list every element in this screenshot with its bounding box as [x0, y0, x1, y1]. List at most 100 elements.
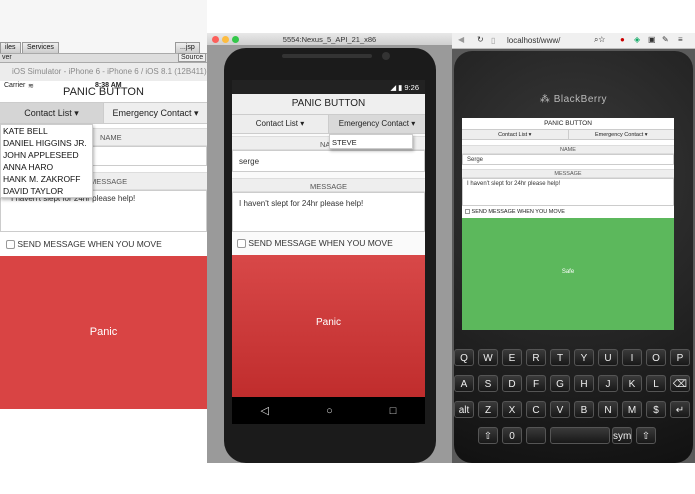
key-o[interactable]: O	[646, 349, 666, 366]
emulator-titlebar: 5554:Nexus_5_API_21_x86	[207, 33, 452, 46]
eyedropper-icon[interactable]: ✎	[662, 35, 669, 44]
key-a[interactable]: A	[454, 375, 474, 392]
minimize-window-icon[interactable]	[222, 36, 229, 43]
ide-source-tab[interactable]: Source	[178, 53, 207, 62]
speaker-grille-icon	[282, 54, 372, 58]
safe-button[interactable]: Safe	[462, 218, 674, 330]
panic-button[interactable]: Panic	[232, 255, 425, 397]
key-special[interactable]: ⇧	[478, 427, 498, 444]
blackberry-logo: ⁂ BlackBerry	[452, 94, 695, 105]
key-l[interactable]: L	[646, 375, 666, 392]
simulator-title: iOS Simulator - iPhone 6 - iPhone 6 / iO…	[0, 63, 207, 81]
key-u[interactable]: U	[598, 349, 618, 366]
key-special[interactable]: $	[646, 401, 666, 418]
key-r[interactable]: R	[526, 349, 546, 366]
key-t[interactable]: T	[550, 349, 570, 366]
message-input[interactable]: I haven't slept for 24hr please help!	[232, 192, 425, 232]
ide-tab-services[interactable]: Services	[22, 42, 59, 53]
key-s[interactable]: S	[478, 375, 498, 392]
dropdown-item[interactable]: ANNA HARO	[1, 161, 92, 173]
reload-icon[interactable]: ↻	[477, 35, 484, 44]
panic-label: Panic	[89, 326, 118, 338]
key-special[interactable]: 0	[502, 427, 522, 444]
move-checkbox[interactable]	[465, 209, 470, 215]
tab-emergency-contact[interactable]: Emergency Contact ▾	[569, 130, 675, 139]
key-q[interactable]: Q	[454, 349, 474, 366]
message-label: MESSAGE	[232, 178, 425, 192]
dropdown-item[interactable]: STEVE	[332, 138, 357, 147]
key-special[interactable]	[526, 427, 546, 444]
extension2-icon[interactable]: ▣	[648, 35, 656, 44]
key-v[interactable]: V	[550, 401, 570, 418]
tab-contact-list[interactable]: Contact List ▾	[232, 115, 328, 133]
tab-emergency-contact[interactable]: Emergency Contact ▾	[328, 115, 425, 133]
key-y[interactable]: Y	[574, 349, 594, 366]
key-b[interactable]: B	[574, 401, 594, 418]
move-checkbox-label: SEND MESSAGE WHEN YOU MOVE	[17, 239, 162, 249]
key-p[interactable]: P	[670, 349, 690, 366]
key-h[interactable]: H	[574, 375, 594, 392]
key-d[interactable]: D	[502, 375, 522, 392]
emergency-dropdown: STEVE	[329, 134, 413, 149]
blackberry-logo-icon: ⁂	[539, 94, 554, 105]
zoom-window-icon[interactable]	[232, 36, 239, 43]
key-i[interactable]: I	[622, 349, 642, 366]
dropdown-item[interactable]: DANIEL HIGGINS JR.	[1, 137, 92, 149]
move-checkbox[interactable]	[237, 239, 246, 249]
key-special[interactable]: alt	[454, 401, 474, 418]
android-tab-bar: Contact List ▾ Emergency Contact ▾	[232, 114, 425, 134]
key-j[interactable]: J	[598, 375, 618, 392]
back-icon[interactable]: ◁	[261, 404, 269, 417]
key-m[interactable]: M	[622, 401, 642, 418]
dropdown-item[interactable]: JOHN APPLESEED	[1, 149, 92, 161]
move-checkbox-row[interactable]: SEND MESSAGE WHEN YOU MOVE	[6, 239, 162, 250]
tab-emergency-contact[interactable]: Emergency Contact ▾	[104, 103, 207, 123]
key-n[interactable]: N	[598, 401, 618, 418]
key-special[interactable]: ⌫	[670, 375, 690, 392]
panic-button[interactable]: Panic	[0, 256, 207, 409]
brand-label: BlackBerry	[553, 94, 608, 105]
key-e[interactable]: E	[502, 349, 522, 366]
dropdown-item[interactable]: KATE BELL	[1, 125, 92, 137]
key-space[interactable]	[550, 427, 610, 444]
key-special[interactable]: ↵	[670, 401, 690, 418]
key-f[interactable]: F	[526, 375, 546, 392]
key-w[interactable]: W	[478, 349, 498, 366]
url-bar[interactable]: localhost/www/	[507, 36, 560, 45]
android-emulator-window: 5554:Nexus_5_API_21_x86 ◢ ▮ 9:26 PANIC B…	[207, 33, 452, 463]
name-input[interactable]: serge	[232, 150, 425, 172]
dropdown-item[interactable]: DAVID TAYLOR	[1, 185, 92, 197]
search-icon[interactable]: ⌕☆	[594, 35, 605, 45]
home-icon[interactable]: ○	[326, 405, 333, 417]
key-c[interactable]: C	[526, 401, 546, 418]
page-icon: ▯	[491, 36, 496, 45]
message-input[interactable]: I haven't slept for 24hr please help!	[462, 178, 674, 206]
key-x[interactable]: X	[502, 401, 522, 418]
ide-toolbar: ver Source	[0, 53, 207, 63]
ide-tab-jsp[interactable]: ...jsp	[175, 42, 200, 53]
move-checkbox-row[interactable]: SEND MESSAGE WHEN YOU MOVE	[465, 209, 565, 215]
menu-icon[interactable]: ≡	[678, 35, 683, 44]
key-special[interactable]: ⇧	[636, 427, 656, 444]
tab-contact-list[interactable]: Contact List ▾	[0, 103, 104, 123]
key-z[interactable]: Z	[478, 401, 498, 418]
back-arrow-icon[interactable]: ◀	[458, 35, 464, 44]
tab-contact-list[interactable]: Contact List ▾	[462, 130, 569, 139]
extension-icon[interactable]: ●	[620, 35, 625, 44]
app-title: PANIC BUTTON	[544, 120, 592, 127]
name-input[interactable]: Serge	[462, 154, 674, 165]
ripple-icon[interactable]: ◈	[634, 35, 640, 44]
close-window-icon[interactable]	[212, 36, 219, 43]
key-special[interactable]: sym	[612, 427, 632, 444]
key-g[interactable]: G	[550, 375, 570, 392]
recents-icon[interactable]: □	[390, 405, 397, 417]
bb-keyboard: Q W E R T Y U I O P A S D F G H J K L ⌫ alt Z X C V B N M $ ↵ ⇧ 0 sym ⇧	[452, 345, 695, 463]
move-checkbox[interactable]	[6, 240, 15, 250]
dropdown-item[interactable]: HANK M. ZAKROFF	[1, 173, 92, 185]
move-checkbox-label: SEND MESSAGE WHEN YOU MOVE	[248, 238, 393, 248]
android-nav-bar: ◁ ○ □	[232, 397, 425, 424]
blackberry-screen: PANIC BUTTON Contact List ▾ Emergency Co…	[462, 118, 674, 330]
ide-tab-files[interactable]: iles	[0, 42, 21, 53]
key-k[interactable]: K	[622, 375, 642, 392]
move-checkbox-row[interactable]: SEND MESSAGE WHEN YOU MOVE	[237, 238, 393, 249]
